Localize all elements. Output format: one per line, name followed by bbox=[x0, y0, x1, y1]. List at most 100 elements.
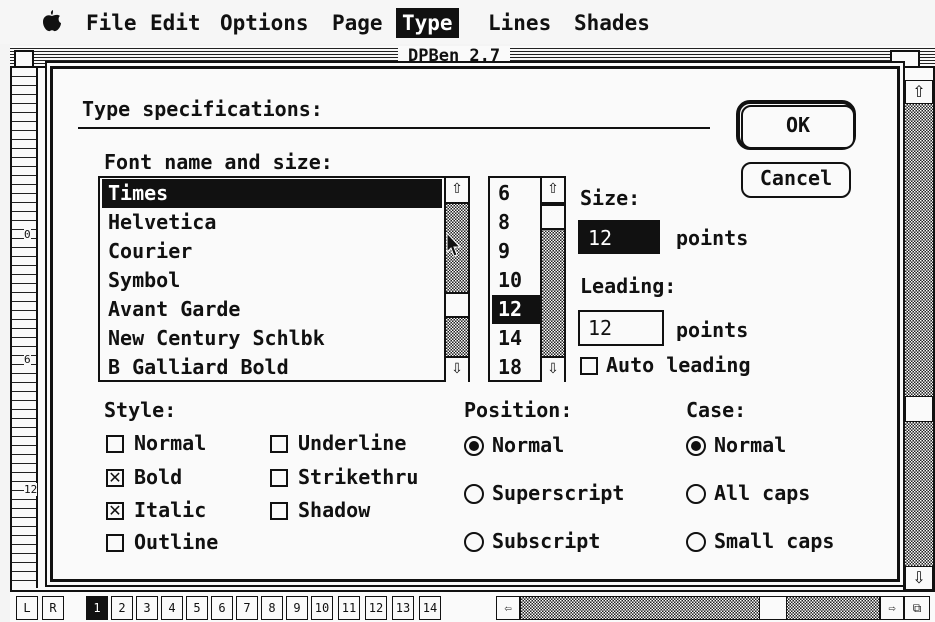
menu-type[interactable]: Type bbox=[396, 8, 459, 38]
style-bold-checkbox[interactable]: ✕ bbox=[106, 469, 124, 487]
size-box[interactable]: ⧉ bbox=[904, 596, 930, 620]
scroll-up-arrow-icon[interactable]: ⇧ bbox=[542, 178, 564, 204]
scroll-left-arrow-icon[interactable]: ⇦ bbox=[496, 596, 520, 620]
position-label: Position: bbox=[464, 398, 573, 422]
menu-edit[interactable]: Edit bbox=[144, 8, 207, 38]
page-tab-5[interactable]: 5 bbox=[186, 596, 208, 620]
position-normal-radio[interactable] bbox=[464, 436, 484, 456]
size-list-item[interactable]: 8 bbox=[492, 208, 540, 237]
right-page-button[interactable]: R bbox=[42, 596, 64, 620]
style-italic-checkbox[interactable]: ✕ bbox=[106, 502, 124, 520]
font-list-scrollbar[interactable]: ⇧ ⇩ bbox=[444, 178, 468, 382]
page-tab-10[interactable]: 10 bbox=[311, 596, 333, 620]
case-allcaps-label: All caps bbox=[714, 481, 811, 505]
apple-menu-icon[interactable] bbox=[42, 10, 62, 38]
dialog-heading: Type specifications: bbox=[82, 97, 323, 121]
size-list[interactable]: 6 8 9 10 12 14 18 ⇧ ⇩ bbox=[488, 176, 566, 382]
position-normal-label: Normal bbox=[492, 433, 565, 457]
position-superscript-radio[interactable] bbox=[464, 484, 484, 504]
style-normal-checkbox[interactable] bbox=[106, 435, 124, 453]
size-list-item[interactable]: 14 bbox=[492, 324, 540, 353]
style-bold-label: Bold bbox=[134, 465, 183, 489]
page-tab-12[interactable]: 12 bbox=[365, 596, 387, 620]
size-label: Size: bbox=[580, 186, 641, 210]
ruler-number: 6 bbox=[24, 353, 31, 366]
font-list-item[interactable]: Helvetica bbox=[102, 208, 442, 237]
menu-file[interactable]: File bbox=[80, 8, 143, 38]
font-list-item[interactable]: B Galliard Bold bbox=[102, 353, 442, 382]
style-normal-label: Normal bbox=[134, 431, 207, 455]
menu-bar: File Edit Options Page Type Lines Shades bbox=[0, 0, 935, 44]
case-smallcaps-label: Small caps bbox=[714, 529, 835, 553]
case-allcaps-radio[interactable] bbox=[686, 484, 706, 504]
size-input[interactable]: 12 bbox=[578, 220, 660, 254]
font-list-item[interactable]: Symbol bbox=[102, 266, 442, 295]
font-list[interactable]: Times Helvetica Courier Symbol Avant Gar… bbox=[98, 176, 470, 382]
scroll-up-arrow-icon[interactable]: ⇧ bbox=[905, 80, 933, 104]
style-italic-label: Italic bbox=[134, 498, 207, 522]
style-shadow-label: Shadow bbox=[298, 498, 371, 522]
style-outline-label: Outline bbox=[134, 530, 219, 554]
style-outline-checkbox[interactable] bbox=[106, 534, 124, 552]
size-unit: points bbox=[676, 226, 749, 250]
font-list-item[interactable]: New Century Schlbk bbox=[102, 324, 442, 353]
scroll-down-arrow-icon[interactable]: ⇩ bbox=[542, 356, 564, 382]
scroll-up-arrow-icon[interactable]: ⇧ bbox=[446, 178, 468, 204]
font-list-item[interactable]: Courier bbox=[102, 237, 442, 266]
menu-lines[interactable]: Lines bbox=[482, 8, 557, 38]
horizontal-scrollbar[interactable] bbox=[520, 596, 880, 620]
scroll-right-arrow-icon[interactable]: ⇨ bbox=[880, 596, 904, 620]
size-list-item[interactable]: 12 bbox=[492, 295, 540, 324]
leading-input[interactable]: 12 bbox=[578, 310, 664, 346]
leading-unit: points bbox=[676, 318, 749, 342]
horizontal-scroll-thumb[interactable] bbox=[759, 597, 787, 619]
page-tab-9[interactable]: 9 bbox=[286, 596, 308, 620]
scroll-down-arrow-icon[interactable]: ⇩ bbox=[905, 566, 933, 590]
page-tab-13[interactable]: 13 bbox=[392, 596, 414, 620]
size-list-item[interactable]: 6 bbox=[492, 179, 540, 208]
ruler-number: 12 bbox=[24, 483, 38, 496]
auto-leading-checkbox[interactable] bbox=[580, 357, 598, 375]
page-tab-6[interactable]: 6 bbox=[211, 596, 233, 620]
close-box[interactable] bbox=[14, 50, 34, 68]
ok-button[interactable]: OK bbox=[741, 105, 855, 149]
position-subscript-label: Subscript bbox=[492, 529, 601, 553]
page-tab-1[interactable]: 1 bbox=[86, 596, 108, 620]
left-page-button[interactable]: L bbox=[16, 596, 38, 620]
font-list-item[interactable]: Avant Garde bbox=[102, 295, 442, 324]
page-tab-4[interactable]: 4 bbox=[161, 596, 183, 620]
size-list-scrollbar[interactable]: ⇧ ⇩ bbox=[540, 178, 564, 382]
page-tab-8[interactable]: 8 bbox=[261, 596, 283, 620]
position-superscript-label: Superscript bbox=[492, 481, 625, 505]
size-list-item[interactable]: 10 bbox=[492, 266, 540, 295]
case-normal-radio[interactable] bbox=[686, 436, 706, 456]
position-subscript-radio[interactable] bbox=[464, 532, 484, 552]
size-list-item[interactable]: 9 bbox=[492, 237, 540, 266]
case-smallcaps-radio[interactable] bbox=[686, 532, 706, 552]
page-tab-11[interactable]: 11 bbox=[338, 596, 360, 620]
size-list-item[interactable]: 18 bbox=[492, 353, 540, 382]
vertical-ruler: 0 6 12 bbox=[12, 68, 38, 588]
menu-options[interactable]: Options bbox=[214, 8, 315, 38]
font-list-scroll-thumb[interactable] bbox=[446, 292, 468, 318]
size-list-scroll-thumb[interactable] bbox=[542, 204, 564, 230]
font-label: Font name and size: bbox=[104, 150, 333, 174]
scroll-thumb[interactable] bbox=[905, 396, 933, 422]
page-tab-2[interactable]: 2 bbox=[111, 596, 133, 620]
menu-shades[interactable]: Shades bbox=[568, 8, 656, 38]
cancel-button[interactable]: Cancel bbox=[741, 162, 851, 198]
ruler-number: 0 bbox=[24, 228, 31, 241]
scroll-down-arrow-icon[interactable]: ⇩ bbox=[446, 356, 468, 382]
style-underline-label: Underline bbox=[298, 431, 407, 455]
style-strikethru-checkbox[interactable] bbox=[270, 469, 288, 487]
vertical-scrollbar[interactable]: ⇧ ⇩ bbox=[903, 80, 933, 590]
page-tab-14[interactable]: 14 bbox=[419, 596, 441, 620]
page-tab-7[interactable]: 7 bbox=[236, 596, 258, 620]
leading-label: Leading: bbox=[580, 274, 677, 298]
style-underline-checkbox[interactable] bbox=[270, 435, 288, 453]
style-shadow-checkbox[interactable] bbox=[270, 502, 288, 520]
menu-page[interactable]: Page bbox=[326, 8, 389, 38]
heading-divider bbox=[78, 127, 710, 129]
font-list-item[interactable]: Times bbox=[102, 179, 442, 208]
page-tab-3[interactable]: 3 bbox=[136, 596, 158, 620]
